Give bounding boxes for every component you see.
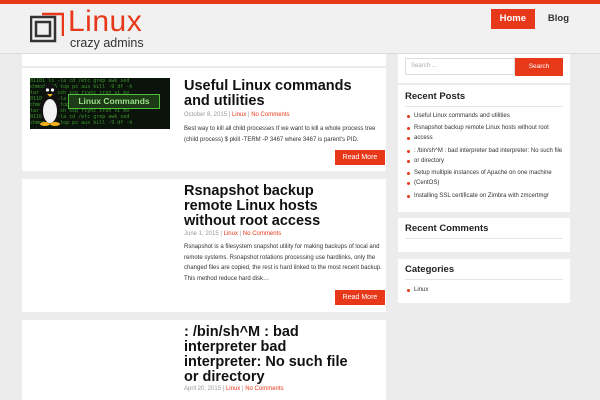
search-button[interactable]: Search: [515, 58, 563, 76]
post-title-link[interactable]: Rsnapshot backup remote Linux hosts with…: [184, 184, 320, 229]
post-meta: June 1, 2015 | Linux | No Comments: [184, 231, 282, 237]
post-title-line: interpreter bad: [184, 339, 287, 355]
categories-heading: Categories: [405, 264, 455, 275]
post-excerpt: Best way to kill all child processes If …: [184, 124, 375, 145]
recent-post-link[interactable]: Installing SSL certificate on Zimbra wit…: [407, 191, 549, 202]
widget-divider: [405, 106, 563, 107]
recent-post-link-continued[interactable]: (CentOS): [407, 178, 439, 189]
recent-post-link[interactable]: Useful Linux commands and utilities: [407, 111, 510, 122]
post-title-line: remote Linux hosts: [184, 198, 318, 214]
post-date: June 1, 2015: [184, 231, 219, 237]
logo-title: Linux: [68, 5, 143, 38]
recent-comments-heading: Recent Comments: [405, 223, 489, 234]
recent-post-link-continued[interactable]: access: [407, 133, 433, 144]
post-title-line: and utilities: [184, 93, 265, 109]
post-title-line: Useful Linux commands: [184, 78, 352, 94]
post-category-link[interactable]: Linux: [224, 231, 238, 237]
post-comments-link[interactable]: No Comments: [251, 112, 289, 118]
recent-posts-heading: Recent Posts: [405, 91, 466, 102]
site-logo[interactable]: Linux crazy admins: [30, 5, 160, 50]
read-more-button[interactable]: Read More: [335, 290, 385, 305]
post-date: April 20, 2015: [184, 386, 222, 392]
logo-icon: [30, 12, 64, 43]
penguin-icon: [40, 84, 60, 126]
thumbnail-label: Linux Commands: [68, 94, 160, 109]
post-category-link[interactable]: Linux: [226, 386, 240, 392]
excerpt-line: Rsnapshot is a filesystem snapshot utili…: [184, 244, 380, 250]
nav-blog[interactable]: Blog: [539, 9, 578, 29]
excerpt-line: This method reduce hard disk…: [184, 275, 270, 282]
nav-home[interactable]: Home: [490, 9, 535, 29]
post-title-line: interpreter: No such file: [184, 354, 348, 370]
post-date: October 8, 2015: [184, 112, 228, 118]
read-more-button[interactable]: Read More: [335, 150, 385, 165]
excerpt-line: Best way to kill all child processes If …: [184, 126, 376, 132]
recent-post-link-continued[interactable]: or directory: [407, 156, 444, 167]
post-excerpt: Rsnapshot is a filesystem snapshot utili…: [184, 242, 382, 284]
widget-divider: [405, 238, 563, 239]
post-comments-link[interactable]: No Comments: [243, 231, 281, 237]
post-title-line: Rsnapshot backup: [184, 183, 314, 199]
logo-subtitle: crazy admins: [70, 36, 144, 50]
search-input[interactable]: Search ...: [405, 58, 515, 75]
post-comments-link[interactable]: No Comments: [245, 386, 283, 392]
excerpt-line: remote systems. Rsnapshot rotations proc…: [184, 254, 376, 261]
post-title-line: : /bin/sh^M : bad: [184, 324, 299, 340]
post-thumbnail[interactable]: 01101 ls -la cd /etc grep awk sed chmod …: [30, 78, 170, 129]
post-title-line: or directory: [184, 369, 265, 385]
excerpt-line: changed files are copied, the rest is ha…: [184, 265, 382, 271]
post-title-line: without root access: [184, 213, 321, 229]
excerpt-line: (child process) $ pkill -TERM -P 3467 wh…: [184, 136, 359, 143]
post-category-link[interactable]: Linux: [232, 112, 246, 118]
widget-divider: [405, 279, 563, 280]
post-title-link[interactable]: Useful Linux commands and utilities: [184, 79, 352, 109]
previous-post-card: [22, 54, 386, 66]
post-meta: April 20, 2015 | Linux | No Comments: [184, 386, 284, 392]
site-header: Linux crazy admins Home Blog: [0, 4, 600, 54]
main-nav: Home Blog: [488, 9, 578, 29]
post-title-link[interactable]: : /bin/sh^M : bad interpreter bad interp…: [184, 325, 348, 385]
category-link[interactable]: Linux: [407, 285, 428, 296]
post-meta: October 8, 2015 | Linux | No Comments: [184, 112, 290, 118]
